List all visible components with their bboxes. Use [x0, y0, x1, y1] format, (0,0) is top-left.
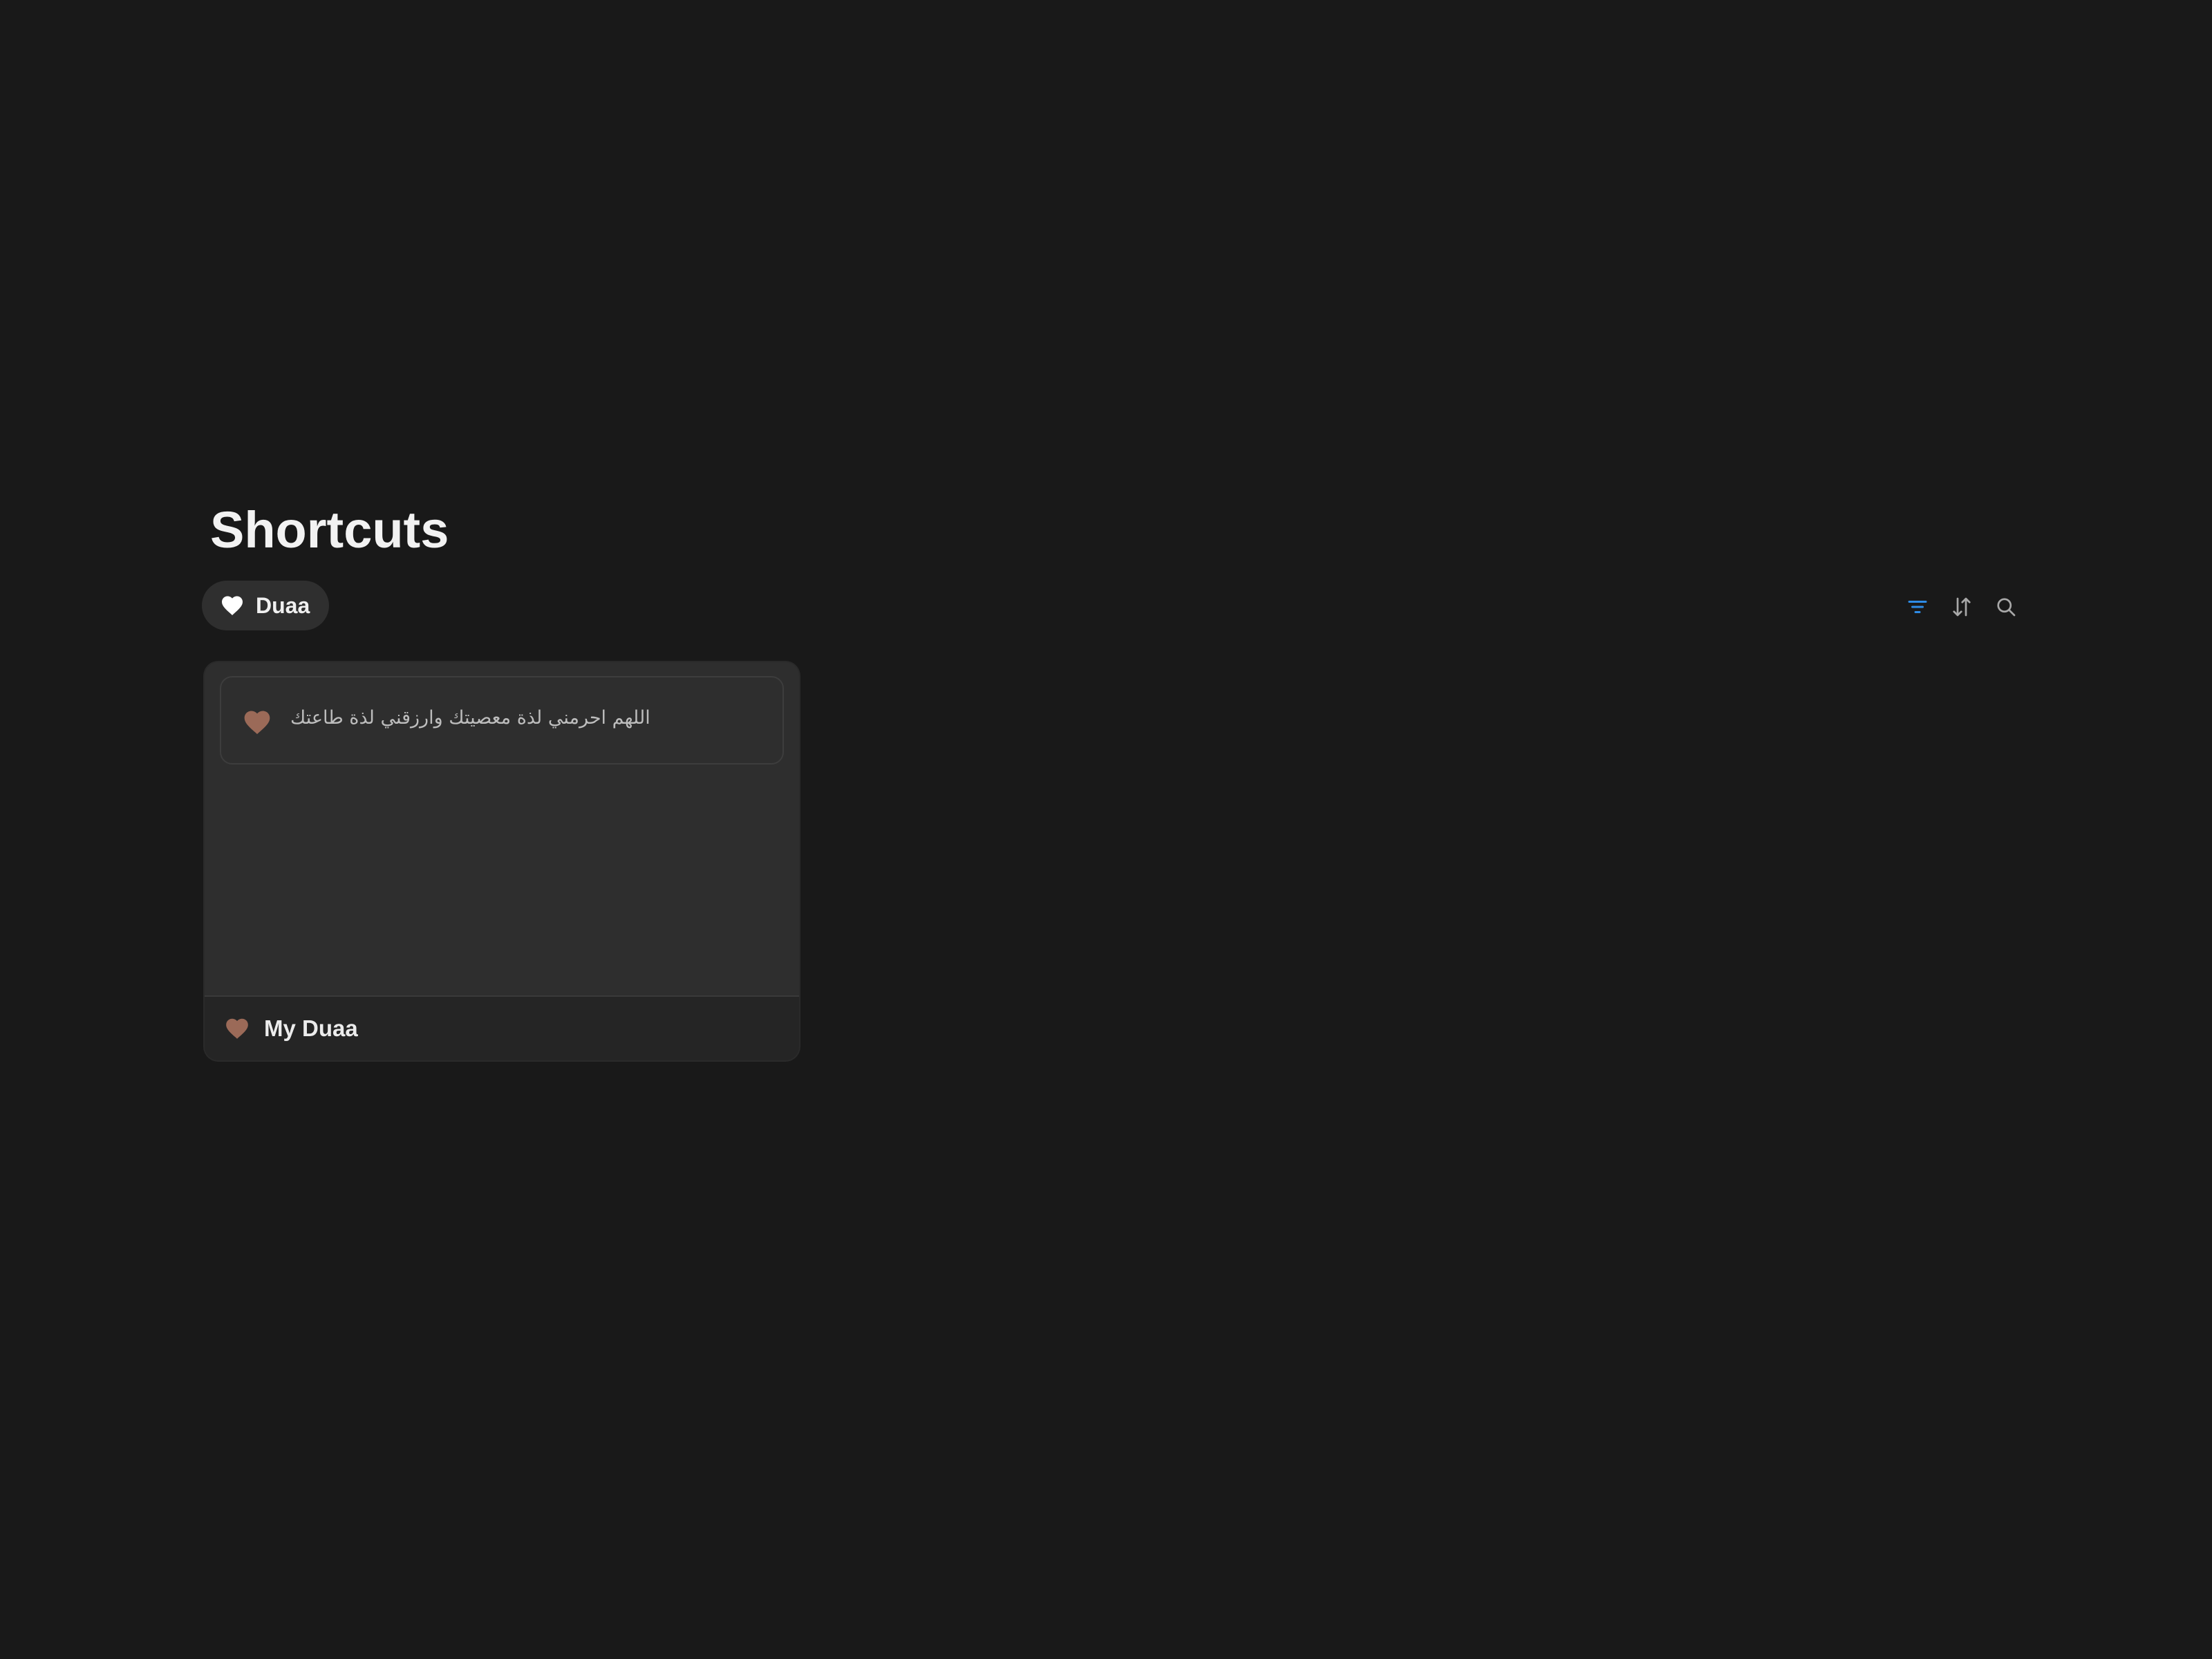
- tab-label: Duaa: [256, 592, 310, 618]
- search-button[interactable]: [1992, 593, 2020, 621]
- card-preview: اللهم احرمني لذة معصيتك وارزقني لذة طاعت…: [205, 662, 799, 995]
- sort-button[interactable]: [1948, 593, 1976, 621]
- filter-icon: [1908, 601, 1927, 613]
- tab-duaa[interactable]: Duaa: [202, 581, 330, 630]
- view-toolbar: [1904, 593, 2020, 621]
- sort-icon: [1953, 597, 1971, 617]
- heart-icon: [222, 596, 243, 615]
- page: Shortcuts Duaa اللهم احرمني لذة معصيتك و…: [0, 0, 2212, 1659]
- heart-icon: [244, 711, 270, 735]
- heart-icon: [226, 1018, 248, 1039]
- filter-button[interactable]: [1904, 593, 1931, 621]
- card-footer[interactable]: My Duaa: [205, 995, 799, 1060]
- search-icon: [1997, 598, 2016, 617]
- preview-item-text: اللهم احرمني لذة معصيتك وارزقني لذة طاعت…: [290, 706, 650, 729]
- shortcut-card[interactable]: اللهم احرمني لذة معصيتك وارزقني لذة طاعت…: [205, 662, 799, 1060]
- preview-item: اللهم احرمني لذة معصيتك وارزقني لذة طاعت…: [220, 676, 784, 765]
- page-title: Shortcuts: [210, 501, 449, 559]
- card-title: My Duaa: [264, 1015, 358, 1041]
